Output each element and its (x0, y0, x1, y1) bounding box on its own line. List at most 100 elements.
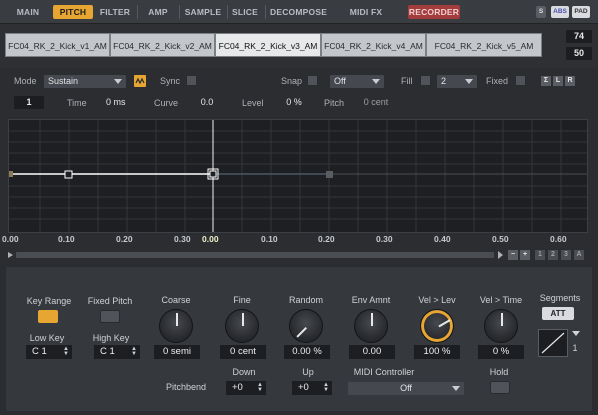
tab-recorder[interactable]: RECORDER (408, 5, 460, 19)
midi-controller-dropdown[interactable]: Off (348, 382, 464, 395)
fine-value[interactable]: 0 cent (220, 345, 266, 359)
segment-shape-display[interactable] (538, 329, 568, 357)
fine-knob[interactable] (225, 309, 259, 343)
mode-value: Sustain (48, 76, 79, 86)
envelope-canvas[interactable] (7, 120, 587, 232)
envelope-scrollbar[interactable]: − + 1 2 3 A (8, 249, 588, 261)
zone-tab[interactable]: FC04_RK_2_Kick_v1_AM (5, 33, 110, 57)
tab-slice[interactable]: SLICE (231, 5, 259, 19)
zoom-out-button[interactable]: − (508, 250, 518, 260)
envelope-shape-toggle[interactable] (134, 75, 146, 87)
mode-dropdown[interactable]: Sustain (44, 75, 126, 88)
sync-checkbox[interactable] (186, 75, 197, 86)
coarse-knob[interactable] (159, 309, 193, 343)
curve-label: Curve (154, 98, 179, 108)
up-down-arrows-icon[interactable]: ▲ ▼ (131, 346, 137, 357)
random-knob[interactable] (289, 309, 323, 343)
axis-tick: 0.40 (434, 234, 451, 244)
segment-dropdown-arrow-icon[interactable] (572, 331, 580, 336)
s-toggle-button[interactable]: S (536, 6, 546, 18)
zone-tab[interactable]: FC04_RK_2_Kick_v4_AM (321, 33, 426, 57)
tab-main[interactable]: MAIN (10, 5, 46, 19)
chevron-down-icon (114, 79, 122, 84)
up-down-arrows-icon[interactable]: ▲ ▼ (323, 382, 329, 393)
env-amnt-knob[interactable] (354, 309, 388, 343)
envelope-node[interactable] (64, 170, 73, 179)
random-label: Random (288, 295, 324, 305)
tab-sample[interactable]: SAMPLE (183, 5, 223, 19)
node-index-field[interactable]: 1 (14, 96, 44, 109)
pitch-value[interactable]: 0 cent (356, 96, 396, 109)
envelope-node-inner (209, 170, 217, 178)
down-spinner[interactable]: +0 ▲ ▼ (226, 381, 266, 395)
chevron-down-icon (372, 79, 380, 84)
vel-lev-knob[interactable] (420, 309, 454, 343)
axis-tick: 0.20 (318, 234, 335, 244)
velocity-high-field[interactable]: 74 (566, 30, 592, 43)
env-amnt-value[interactable]: 0.00 (349, 345, 395, 359)
up-down-arrows-icon[interactable]: ▲ ▼ (257, 382, 263, 393)
knob-indicator (371, 313, 373, 326)
velocity-low-field[interactable]: 50 (566, 47, 592, 60)
zone-tab-selected[interactable]: FC04_RK_2_Kick_v3_AM (215, 33, 321, 57)
knob-indicator (242, 313, 244, 326)
curve-value[interactable]: 0.0 (194, 96, 220, 109)
key-range-toggle[interactable] (38, 310, 58, 323)
up-down-arrows-icon[interactable]: ▲ ▼ (63, 346, 69, 357)
fixed-checkbox[interactable] (515, 75, 526, 86)
zoom-in-button[interactable]: + (520, 250, 530, 260)
vel-lev-label: Vel > Lev (418, 295, 456, 305)
axis-tick: 0.60 (550, 234, 567, 244)
tab-pitch[interactable]: PITCH (53, 5, 93, 19)
low-key-spinner[interactable]: C 1 ▲ ▼ (26, 345, 72, 359)
tab-midi-fx[interactable]: MIDI FX (344, 5, 388, 19)
axis-tick: 0.30 (174, 234, 191, 244)
vel-lev-value[interactable]: 100 % (414, 345, 460, 359)
right-button[interactable]: R (565, 76, 575, 86)
sync-label: Sync (160, 76, 181, 86)
scroll-track[interactable] (16, 252, 494, 258)
tab-amp[interactable]: AMP (142, 5, 174, 19)
envelope-end-node[interactable] (326, 171, 333, 178)
envelope-start-node[interactable] (7, 171, 13, 177)
coarse-value[interactable]: 0 semi (154, 345, 200, 359)
tab-filter[interactable]: FILTER (97, 5, 133, 19)
abs-toggle-button[interactable]: ABS (551, 6, 569, 18)
page-button-3[interactable]: 3 (561, 250, 571, 260)
fill-label: Fill (401, 76, 413, 86)
tab-decompose[interactable]: DECOMPOSE (270, 5, 327, 19)
zone-tab[interactable]: FC04_RK_2_Kick_v5_AM (426, 33, 542, 57)
sum-button[interactable]: Σ (541, 76, 551, 86)
scroll-right-arrow-icon[interactable] (498, 251, 503, 259)
time-axis: 0.00 0.10 0.20 0.30 0.00 0.10 0.20 0.30 … (0, 233, 598, 247)
zone-strip: FC04_RK_2_Kick_v1_AM FC04_RK_2_Kick_v2_A… (0, 24, 598, 68)
page-button-a[interactable]: A (574, 250, 584, 260)
fill-dropdown[interactable]: 2 (437, 75, 477, 88)
knob-indicator (501, 313, 503, 326)
zone-tab[interactable]: FC04_RK_2_Kick_v2_AM (110, 33, 215, 57)
hold-toggle[interactable] (490, 381, 510, 394)
fill-checkbox[interactable] (420, 75, 431, 86)
pad-toggle-button[interactable]: PAD (572, 6, 590, 18)
fixed-label: Fixed (486, 76, 509, 86)
page-button-1[interactable]: 1 (535, 250, 545, 260)
att-button[interactable]: ATT (542, 307, 574, 320)
snap-dropdown[interactable]: Off (330, 75, 384, 88)
page-button-2[interactable]: 2 (548, 250, 558, 260)
left-button[interactable]: L (553, 76, 563, 86)
high-key-spinner[interactable]: C 1 ▲ ▼ (94, 345, 140, 359)
up-spinner[interactable]: +0 ▲ ▼ (292, 381, 332, 395)
snap-checkbox[interactable] (307, 75, 318, 86)
vel-time-knob[interactable] (484, 309, 518, 343)
time-value[interactable]: 0 ms (100, 96, 138, 109)
scroll-left-arrow-icon[interactable] (8, 252, 13, 258)
time-label: Time (67, 98, 87, 108)
vel-time-value[interactable]: 0 % (478, 345, 524, 359)
envelope-graph[interactable] (7, 119, 588, 233)
low-key-label: Low Key (29, 333, 65, 343)
random-value[interactable]: 0.00 % (284, 345, 330, 359)
level-value[interactable]: 0 % (278, 96, 310, 109)
wave-icon (135, 77, 145, 85)
low-key-value: C 1 (32, 346, 47, 357)
fixed-pitch-toggle[interactable] (100, 310, 120, 323)
